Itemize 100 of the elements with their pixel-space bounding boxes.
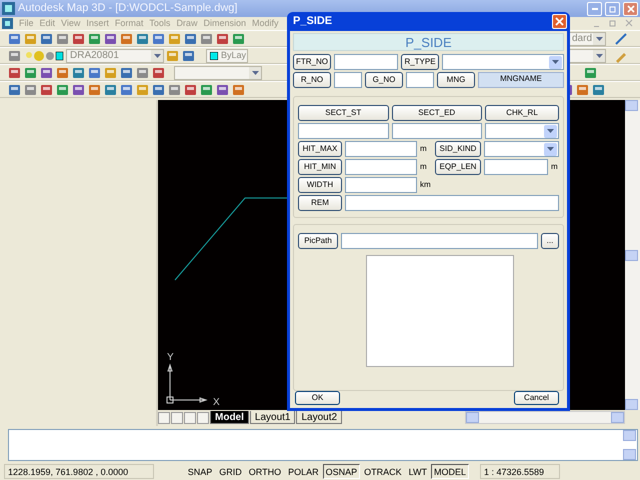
toolbar-icon[interactable] <box>104 32 118 46</box>
input-field[interactable] <box>345 177 417 193</box>
toolbar-icon[interactable] <box>88 82 102 96</box>
input-field[interactable] <box>334 72 362 88</box>
toolbar-icon[interactable] <box>184 82 198 96</box>
status-toggle[interactable]: LWT <box>406 464 430 478</box>
caret-icon[interactable] <box>252 70 258 74</box>
toolbar-icon[interactable] <box>184 32 198 46</box>
form-button[interactable]: SECT_ED <box>392 105 482 121</box>
dialog-button[interactable]: OK <box>295 391 340 405</box>
restore-icon[interactable] <box>608 19 618 28</box>
toolbar-icon[interactable] <box>24 32 38 46</box>
toolbar-icon[interactable] <box>8 32 22 46</box>
toolbar-icon[interactable] <box>120 82 134 96</box>
input-field[interactable] <box>341 233 538 249</box>
caret-icon[interactable] <box>596 36 602 40</box>
toolbar-icon[interactable] <box>88 32 102 46</box>
toolbar-icon[interactable] <box>200 32 214 46</box>
form-button[interactable]: SECT_ST <box>298 105 388 121</box>
form-button[interactable]: SID_KIND <box>435 141 481 157</box>
dropdown[interactable] <box>484 141 559 157</box>
status-toggle[interactable]: OTRACK <box>361 464 405 478</box>
tab-scroll-button[interactable] <box>184 412 196 424</box>
toolbar-icon[interactable] <box>24 82 38 96</box>
form-button[interactable]: G_NO <box>365 72 403 88</box>
toolbar-icon[interactable] <box>24 66 38 80</box>
toolbar-icon[interactable] <box>216 82 230 96</box>
input-field[interactable] <box>406 72 434 88</box>
caret-icon[interactable] <box>154 54 160 58</box>
input-field[interactable] <box>484 159 548 175</box>
caret-icon[interactable] <box>547 129 554 133</box>
layout-tab[interactable]: Layout1 <box>250 411 296 424</box>
close-button[interactable] <box>552 14 567 29</box>
toolbar-icon[interactable] <box>152 82 166 96</box>
vertical-scrollbar[interactable] <box>625 100 640 410</box>
toolbar-icon[interactable] <box>104 66 118 80</box>
layer-state-icon[interactable] <box>24 48 64 62</box>
dialog-button[interactable]: Cancel <box>514 391 559 405</box>
close-icon[interactable] <box>624 19 634 28</box>
toolbar-icon[interactable] <box>136 66 150 80</box>
toolbar-icon[interactable] <box>232 32 246 46</box>
minimize-button[interactable] <box>587 2 602 16</box>
toolbar-icon[interactable] <box>56 66 70 80</box>
toolbar-icon[interactable] <box>152 66 166 80</box>
maximize-button[interactable] <box>605 2 620 16</box>
status-toggle[interactable]: POLAR <box>285 464 322 478</box>
toolbar-icon[interactable] <box>40 66 54 80</box>
linetype-combo[interactable] <box>568 48 606 62</box>
toolbar-icon[interactable] <box>136 32 150 46</box>
line-icon[interactable] <box>614 32 628 46</box>
toolbar-icon[interactable] <box>584 66 598 80</box>
caret-icon[interactable] <box>547 147 554 151</box>
tab-scroll-button[interactable] <box>171 412 183 424</box>
toolbar-icon[interactable] <box>56 82 70 96</box>
tab-scroll-button[interactable] <box>158 412 170 424</box>
document-icon[interactable] <box>2 18 13 29</box>
input-field[interactable] <box>298 123 388 139</box>
input-field[interactable] <box>334 54 398 70</box>
input-field[interactable] <box>392 123 482 139</box>
toolbar-icon[interactable] <box>136 82 150 96</box>
status-toggle[interactable]: GRID <box>216 464 245 478</box>
form-button[interactable]: HIT_MIN <box>298 159 342 175</box>
dropdown[interactable] <box>485 123 559 139</box>
form-button[interactable]: EQP_LEN <box>435 159 481 175</box>
toolbar-icon[interactable] <box>56 32 70 46</box>
status-toggle[interactable]: OSNAP <box>322 464 360 478</box>
horizontal-scrollbar[interactable] <box>465 411 625 424</box>
toolbar-icon[interactable] <box>72 82 86 96</box>
toolbar-icon[interactable] <box>182 48 196 62</box>
toolbar-icon[interactable] <box>166 48 180 62</box>
toolbar-icon[interactable] <box>168 82 182 96</box>
toolbar-icon[interactable] <box>40 32 54 46</box>
caret-icon[interactable] <box>596 54 602 58</box>
tab-scroll-button[interactable] <box>197 412 209 424</box>
toolbar-icon[interactable] <box>88 66 102 80</box>
form-button[interactable]: PicPath <box>298 233 338 249</box>
layout-tab[interactable]: Layout2 <box>296 411 342 424</box>
close-button[interactable] <box>623 2 638 16</box>
toolbar-icon[interactable] <box>72 32 86 46</box>
toolbar-icon[interactable] <box>168 32 182 46</box>
toolbar-icon[interactable] <box>592 82 606 96</box>
input-field[interactable] <box>345 195 559 211</box>
toolbar-icon[interactable] <box>216 32 230 46</box>
input-field[interactable] <box>345 159 417 175</box>
form-button[interactable]: MNG <box>437 72 475 88</box>
toolbar-icon[interactable] <box>104 82 118 96</box>
form-button[interactable]: CHK_RL <box>485 105 559 121</box>
toolbar-icon[interactable] <box>232 82 246 96</box>
form-button[interactable]: FTR_NO <box>293 54 331 70</box>
status-toggle[interactable]: MODEL <box>430 464 469 478</box>
toolbar-icon[interactable] <box>576 82 590 96</box>
form-button[interactable]: WIDTH <box>298 177 342 193</box>
layout-tab[interactable]: Model <box>210 411 249 424</box>
toolbar-icon[interactable] <box>200 82 214 96</box>
input-field[interactable] <box>345 141 417 157</box>
form-button[interactable]: HIT_MAX <box>298 141 342 157</box>
toolbar-icon[interactable] <box>120 32 134 46</box>
form-button[interactable]: R_NO <box>293 72 331 88</box>
toolbar-icon[interactable] <box>72 66 86 80</box>
caret-icon[interactable] <box>552 60 559 64</box>
